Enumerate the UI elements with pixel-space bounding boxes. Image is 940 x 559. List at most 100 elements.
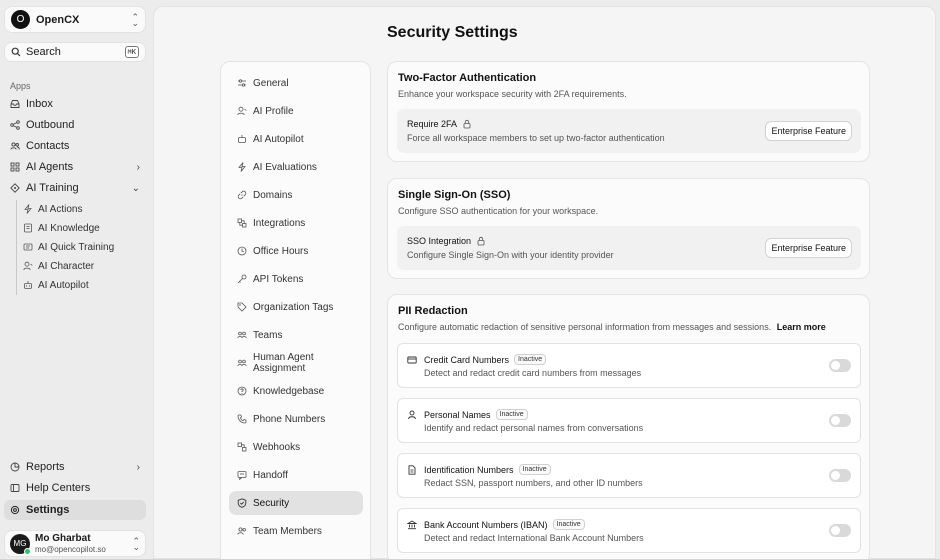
identification-numbers-toggle[interactable]: [829, 469, 851, 482]
sidebar-subitem-label: AI Knowledge: [38, 222, 100, 234]
sidebar-subitem-label: AI Quick Training: [38, 241, 115, 253]
sidebar-item-label: Settings: [26, 504, 70, 516]
app-sidebar: O OpenCX ⌃ ⌄ Search ⌘K Apps Inbox Outboun…: [0, 0, 153, 559]
settings-nav-domains[interactable]: Domains: [229, 183, 363, 207]
settings-nav-label: API Tokens: [253, 273, 304, 285]
teams-icon: [237, 330, 247, 340]
sidebar-item-contacts[interactable]: Contacts: [4, 136, 146, 156]
document-icon: [407, 465, 417, 475]
settings-nav-organization-tags[interactable]: Organization Tags: [229, 295, 363, 319]
enterprise-feature-button[interactable]: Enterprise Feature: [765, 121, 852, 141]
user-name: Mo Gharbat: [35, 532, 91, 544]
settings-nav-ai-autopilot[interactable]: AI Autopilot: [229, 127, 363, 151]
settings-nav-phone-numbers[interactable]: Phone Numbers: [229, 407, 363, 431]
bank-account-toggle[interactable]: [829, 524, 851, 537]
contacts-icon: [10, 141, 20, 151]
settings-nav-label: Handoff: [253, 469, 288, 481]
settings-nav-security[interactable]: Security: [229, 491, 363, 515]
user-menu[interactable]: MG Mo Gharbat mo@opencopilot.so ⌃ ⌄: [4, 530, 146, 557]
sidebar-item-settings[interactable]: Settings: [4, 500, 146, 520]
bolt-icon: [237, 162, 247, 172]
autopilot-icon: [237, 134, 247, 144]
settings-nav-general[interactable]: General: [229, 71, 363, 95]
shield-icon: [237, 498, 247, 508]
sidebar-item-ai-agents[interactable]: AI Agents ›: [4, 157, 146, 177]
settings-nav-human-agent-assignment[interactable]: Human Agent Assignment: [229, 351, 363, 375]
search-button[interactable]: Search ⌘K: [4, 42, 146, 62]
settings-nav-ai-evaluations[interactable]: AI Evaluations: [229, 155, 363, 179]
bank-icon: [407, 520, 417, 530]
sso-description: Configure SSO authentication for your wo…: [398, 206, 599, 216]
settings-nav-label: Webhooks: [253, 441, 301, 453]
lock-icon: [476, 236, 486, 246]
pii-name: Credit Card Numbers Inactive: [424, 354, 547, 365]
personal-names-toggle[interactable]: [829, 414, 851, 427]
settings-nav-teams[interactable]: Teams: [229, 323, 363, 347]
workspace-switcher[interactable]: O OpenCX ⌃ ⌄: [4, 6, 146, 33]
settings-nav-label: Phone Numbers: [253, 413, 326, 425]
settings-nav-office-hours[interactable]: Office Hours: [229, 239, 363, 263]
pii-description-text: Detect and redact International Bank Acc…: [424, 533, 644, 543]
status-badge: Inactive: [514, 354, 547, 365]
chevron-updown-icon: ⌃ ⌄: [132, 535, 140, 552]
person-icon: [407, 410, 417, 420]
settings-nav-integrations[interactable]: Integrations: [229, 211, 363, 235]
two-factor-card: Two-Factor Authentication Enhance your w…: [387, 61, 870, 162]
settings-nav-label: Security: [253, 497, 290, 509]
pii-name: Personal Names Inactive: [424, 409, 528, 420]
autopilot-icon: [23, 280, 33, 290]
settings-nav-label: Domains: [253, 189, 293, 201]
sidebar-subitem-ai-quick-training[interactable]: AI Quick Training: [18, 238, 146, 256]
chevron-right-icon: ›: [136, 161, 140, 173]
learn-more-link[interactable]: Learn more: [777, 322, 826, 332]
sidebar-item-help-centers[interactable]: Help Centers: [4, 478, 146, 498]
settings-nav-label: Organization Tags: [253, 301, 334, 313]
settings-nav-label: Integrations: [253, 217, 306, 229]
pii-name-text: Personal Names: [424, 409, 491, 420]
sidebar-subitem-ai-knowledge[interactable]: AI Knowledge: [18, 219, 146, 237]
sso-integration-row: SSO Integration Configure Single Sign-On…: [397, 226, 861, 270]
clock-icon: [237, 246, 247, 256]
sidebar-item-label: Contacts: [26, 140, 70, 152]
sidebar-item-label: Help Centers: [26, 482, 91, 494]
avatar-initials: MG: [13, 539, 27, 548]
require-2fa-label: Require 2FA: [407, 119, 458, 129]
status-badge: Inactive: [495, 409, 528, 420]
avatar: MG: [10, 533, 31, 555]
sidebar-item-outbound[interactable]: Outbound: [4, 115, 146, 135]
search-shortcut: ⌘K: [124, 46, 139, 58]
two-factor-description: Enhance your workspace security with 2FA…: [398, 89, 627, 99]
sidebar-subitem-label: AI Autopilot: [38, 279, 89, 291]
integrations-icon: [237, 218, 247, 228]
pii-description: Configure automatic redaction of sensiti…: [398, 322, 772, 332]
phone-icon: [237, 414, 247, 424]
sso-card: Single Sign-On (SSO) Configure SSO authe…: [387, 178, 870, 279]
training-icon: [10, 183, 20, 193]
sidebar-item-label: Outbound: [26, 119, 75, 131]
enterprise-feature-button[interactable]: Enterprise Feature: [765, 238, 852, 258]
pii-description-line: Configure automatic redaction of sensiti…: [398, 322, 826, 332]
credit-card-toggle[interactable]: [829, 359, 851, 372]
bolt-icon: [23, 204, 33, 214]
sidebar-subitem-ai-autopilot[interactable]: AI Autopilot: [18, 276, 146, 294]
pii-description-text: Detect and redact credit card numbers fr…: [424, 368, 642, 378]
help-centers-icon: [10, 483, 20, 493]
settings-nav-label: Knowledgebase: [253, 385, 325, 397]
settings-nav-knowledgebase[interactable]: Knowledgebase: [229, 379, 363, 403]
settings-nav-ai-profile[interactable]: AI Profile: [229, 99, 363, 123]
pii-row-personal-names: Personal Names Inactive Identify and reda…: [397, 398, 861, 443]
settings-nav-handoff[interactable]: Handoff: [229, 463, 363, 487]
agents-icon: [10, 162, 20, 172]
character-icon: [23, 261, 33, 271]
sidebar-subitem-ai-character[interactable]: AI Character: [18, 257, 146, 275]
sidebar-subitem-ai-actions[interactable]: AI Actions: [18, 200, 146, 218]
settings-nav-label: AI Profile: [253, 105, 294, 117]
settings-nav-team-members[interactable]: Team Members: [229, 519, 363, 543]
settings-nav-webhooks[interactable]: Webhooks: [229, 435, 363, 459]
settings-nav-label: AI Autopilot: [253, 133, 304, 145]
sidebar-item-reports[interactable]: Reports ›: [4, 457, 146, 477]
page-title: Security Settings: [387, 24, 518, 41]
sidebar-item-ai-training[interactable]: AI Training ⌄: [4, 178, 146, 198]
settings-nav-api-tokens[interactable]: API Tokens: [229, 267, 363, 291]
sidebar-item-inbox[interactable]: Inbox: [4, 94, 146, 114]
